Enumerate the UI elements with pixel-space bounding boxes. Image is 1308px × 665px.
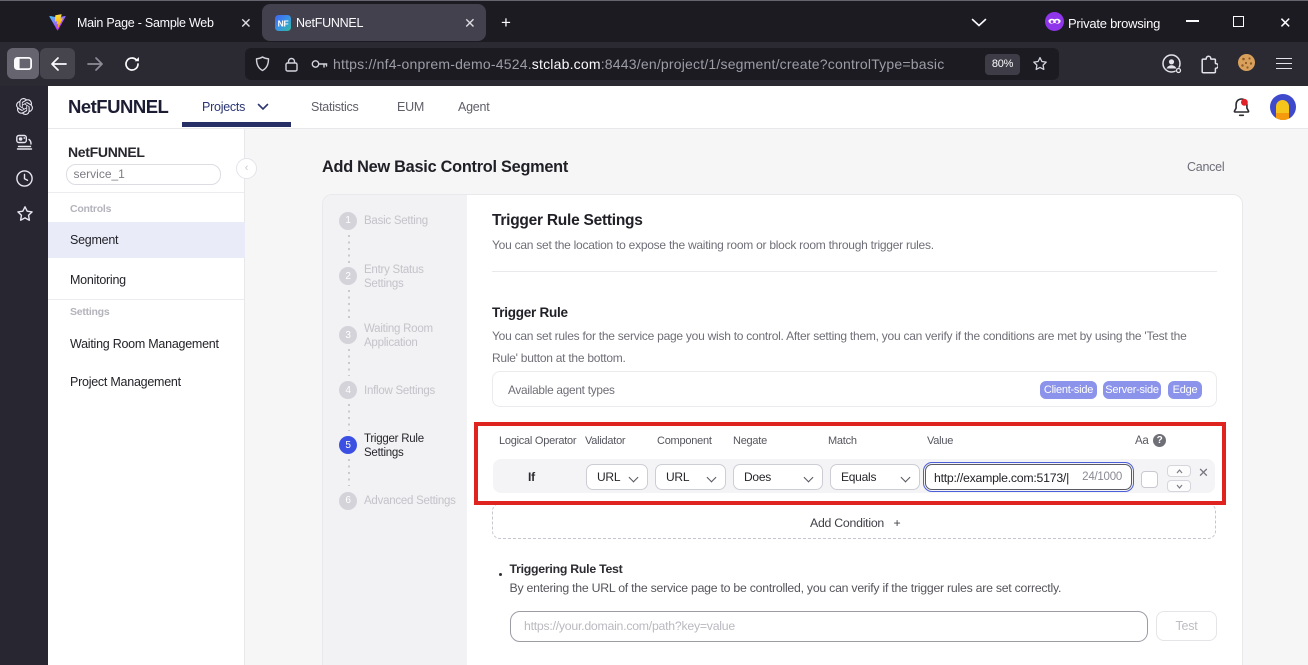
svg-text:NF: NF: [278, 18, 289, 28]
